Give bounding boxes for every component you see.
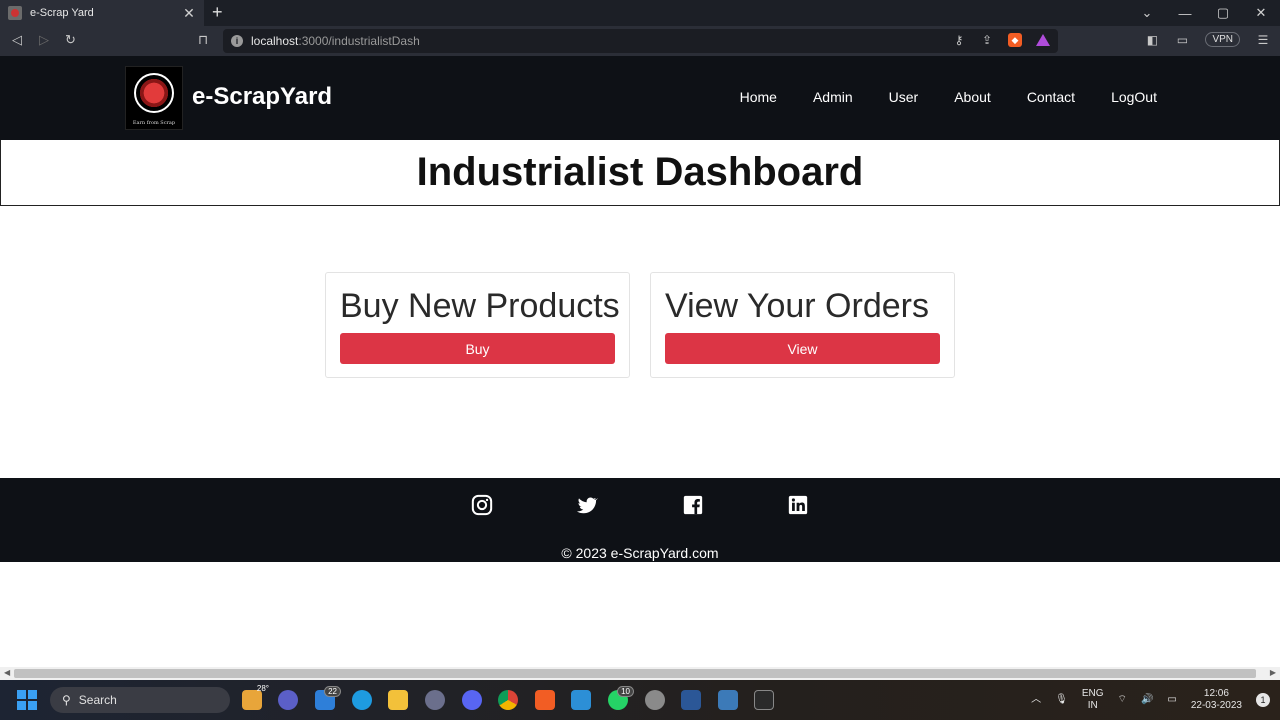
horizontal-scrollbar[interactable]: ◀ ▶ [0, 667, 1280, 680]
mail-icon[interactable]: 22 [315, 686, 341, 710]
instagram-icon[interactable] [471, 494, 493, 516]
site-info-icon[interactable]: i [231, 35, 243, 47]
app-window-icon[interactable] [718, 690, 738, 710]
chrome-icon[interactable] [498, 690, 518, 710]
scroll-left-icon[interactable]: ◀ [4, 668, 10, 677]
wallet-icon[interactable]: ▭ [1175, 33, 1189, 47]
key-icon[interactable]: ⚷ [952, 33, 966, 47]
brave-browser-icon[interactable] [535, 690, 555, 710]
mail-badge: 22 [324, 686, 341, 697]
taskbar-search[interactable]: ⚲ Search [50, 687, 230, 713]
brave-rewards-icon[interactable] [1036, 34, 1050, 46]
main-nav: Home Admin User About Contact LogOut [704, 89, 1157, 105]
whatsapp-badge: 10 [617, 686, 634, 697]
tray-overflow-icon[interactable]: ︿ [1031, 694, 1041, 706]
browser-toolbar: ◁ ▷ ↻ ⊓ i localhost:3000/industrialistDa… [0, 26, 1280, 56]
facebook-icon[interactable] [682, 494, 704, 516]
nav-home[interactable]: Home [740, 89, 777, 105]
discord-icon[interactable] [462, 690, 482, 710]
vpn-button[interactable]: VPN [1205, 32, 1240, 47]
logo-caption: Earn from Scrap [132, 120, 176, 126]
word-icon[interactable] [681, 690, 701, 710]
url-path: :3000/industrialistDash [298, 34, 420, 48]
search-icon: ⚲ [62, 693, 71, 707]
weather-temp: 28° [256, 684, 269, 693]
view-button[interactable]: View [665, 333, 940, 364]
tab-close-icon[interactable]: ✕ [182, 5, 196, 22]
settings-gear-icon[interactable] [645, 690, 665, 710]
page-title-banner: Industrialist Dashboard [0, 140, 1280, 206]
maximize-button[interactable]: ▢ [1204, 5, 1242, 21]
brand-name[interactable]: e-ScrapYard [192, 83, 332, 111]
system-tray: ︿ 🎙 ENG IN ⌔ 🔊 ▭ 12:06 22-03-2023 1 [1031, 680, 1280, 720]
site-favicon-icon [8, 6, 22, 20]
battery-icon[interactable]: ▭ [1167, 694, 1176, 706]
taskbar: ⚲ Search 28° 22 10 ︿ 🎙 ENG IN ⌔ 🔊 ▭ 12:06… [0, 680, 1280, 720]
tab-search-icon[interactable]: ⌄ [1128, 5, 1166, 21]
scrollbar-thumb[interactable] [14, 669, 1256, 678]
logo-emblem-icon [134, 73, 174, 113]
minimize-button[interactable]: — [1166, 6, 1204, 21]
close-window-button[interactable]: ✕ [1242, 5, 1280, 21]
share-icon[interactable]: ⇪ [980, 33, 994, 47]
brave-shields-icon[interactable]: ◆ [1008, 33, 1022, 47]
teams-chat-icon[interactable] [278, 690, 298, 710]
file-explorer-icon[interactable] [388, 690, 408, 710]
weather-icon[interactable]: 28° [242, 684, 269, 710]
app-icon[interactable] [425, 690, 445, 710]
bookmark-icon[interactable]: ⊓ [198, 32, 208, 48]
address-bar[interactable]: i localhost:3000/industrialistDash ⚷ ⇪ ◆ [223, 29, 1058, 53]
scroll-right-icon[interactable]: ▶ [1270, 668, 1276, 677]
window-controls: ⌄ — ▢ ✕ [1128, 0, 1280, 26]
back-icon[interactable]: ◁ [12, 32, 22, 48]
volume-icon[interactable]: 🔊 [1141, 694, 1153, 706]
notification-icon[interactable]: 1 [1256, 693, 1270, 707]
nav-user[interactable]: User [889, 89, 919, 105]
region-code: IN [1087, 700, 1098, 711]
site-header: Earn from Scrap e-ScrapYard Home Admin U… [0, 56, 1280, 140]
page-title: Industrialist Dashboard [416, 150, 864, 194]
url-host: localhost [251, 34, 299, 48]
vscode-icon[interactable] [571, 690, 591, 710]
site-footer: © 2023 e-ScrapYard.com [0, 478, 1280, 562]
windows-start-icon[interactable] [17, 690, 37, 710]
nav-contact[interactable]: Contact [1027, 89, 1075, 105]
forward-icon[interactable]: ▷ [39, 32, 49, 48]
address-bar-icons: ⚷ ⇪ ◆ [952, 33, 1050, 47]
browser-tab[interactable]: e-Scrap Yard ✕ [0, 0, 204, 26]
twitter-icon[interactable] [576, 494, 598, 516]
url-text[interactable]: localhost:3000/industrialistDash [251, 34, 420, 48]
view-orders-card: View Your Orders View [650, 272, 955, 378]
browser-tab-bar: e-Scrap Yard ✕ + ⌄ — ▢ ✕ [0, 0, 1280, 26]
card-title: Buy New Products [340, 287, 620, 325]
reload-icon[interactable]: ↻ [65, 32, 76, 48]
menu-icon[interactable]: ☰ [1256, 33, 1270, 47]
site-logo[interactable]: Earn from Scrap [125, 66, 183, 130]
clock-time: 12:06 [1203, 688, 1229, 699]
terminal-icon[interactable] [754, 690, 774, 710]
card-title: View Your Orders [665, 287, 929, 325]
nav-about[interactable]: About [954, 89, 991, 105]
whatsapp-icon[interactable]: 10 [608, 686, 634, 710]
new-tab-button[interactable]: + [212, 2, 223, 23]
clock[interactable]: 12:06 22-03-2023 [1191, 688, 1242, 712]
edge-browser-icon[interactable] [352, 690, 372, 710]
nav-logout[interactable]: LogOut [1111, 89, 1157, 105]
linkedin-icon[interactable] [787, 494, 809, 516]
buy-products-card: Buy New Products Buy [325, 272, 630, 378]
clock-date: 22-03-2023 [1190, 700, 1242, 711]
browser-right-tools: ◧ ▭ VPN ☰ [1145, 32, 1270, 47]
sidebar-icon[interactable]: ◧ [1145, 33, 1159, 47]
language-indicator[interactable]: ENG IN [1082, 688, 1104, 712]
copyright-text: © 2023 e-ScrapYard.com [561, 545, 719, 561]
tab-title: e-Scrap Yard [30, 7, 94, 19]
search-label: Search [78, 693, 117, 707]
wifi-icon[interactable]: ⌔ [1118, 694, 1127, 706]
language-code: ENG [1081, 688, 1104, 699]
buy-button[interactable]: Buy [340, 333, 615, 364]
microphone-icon[interactable]: 🎙 [1055, 694, 1068, 706]
nav-admin[interactable]: Admin [813, 89, 853, 105]
